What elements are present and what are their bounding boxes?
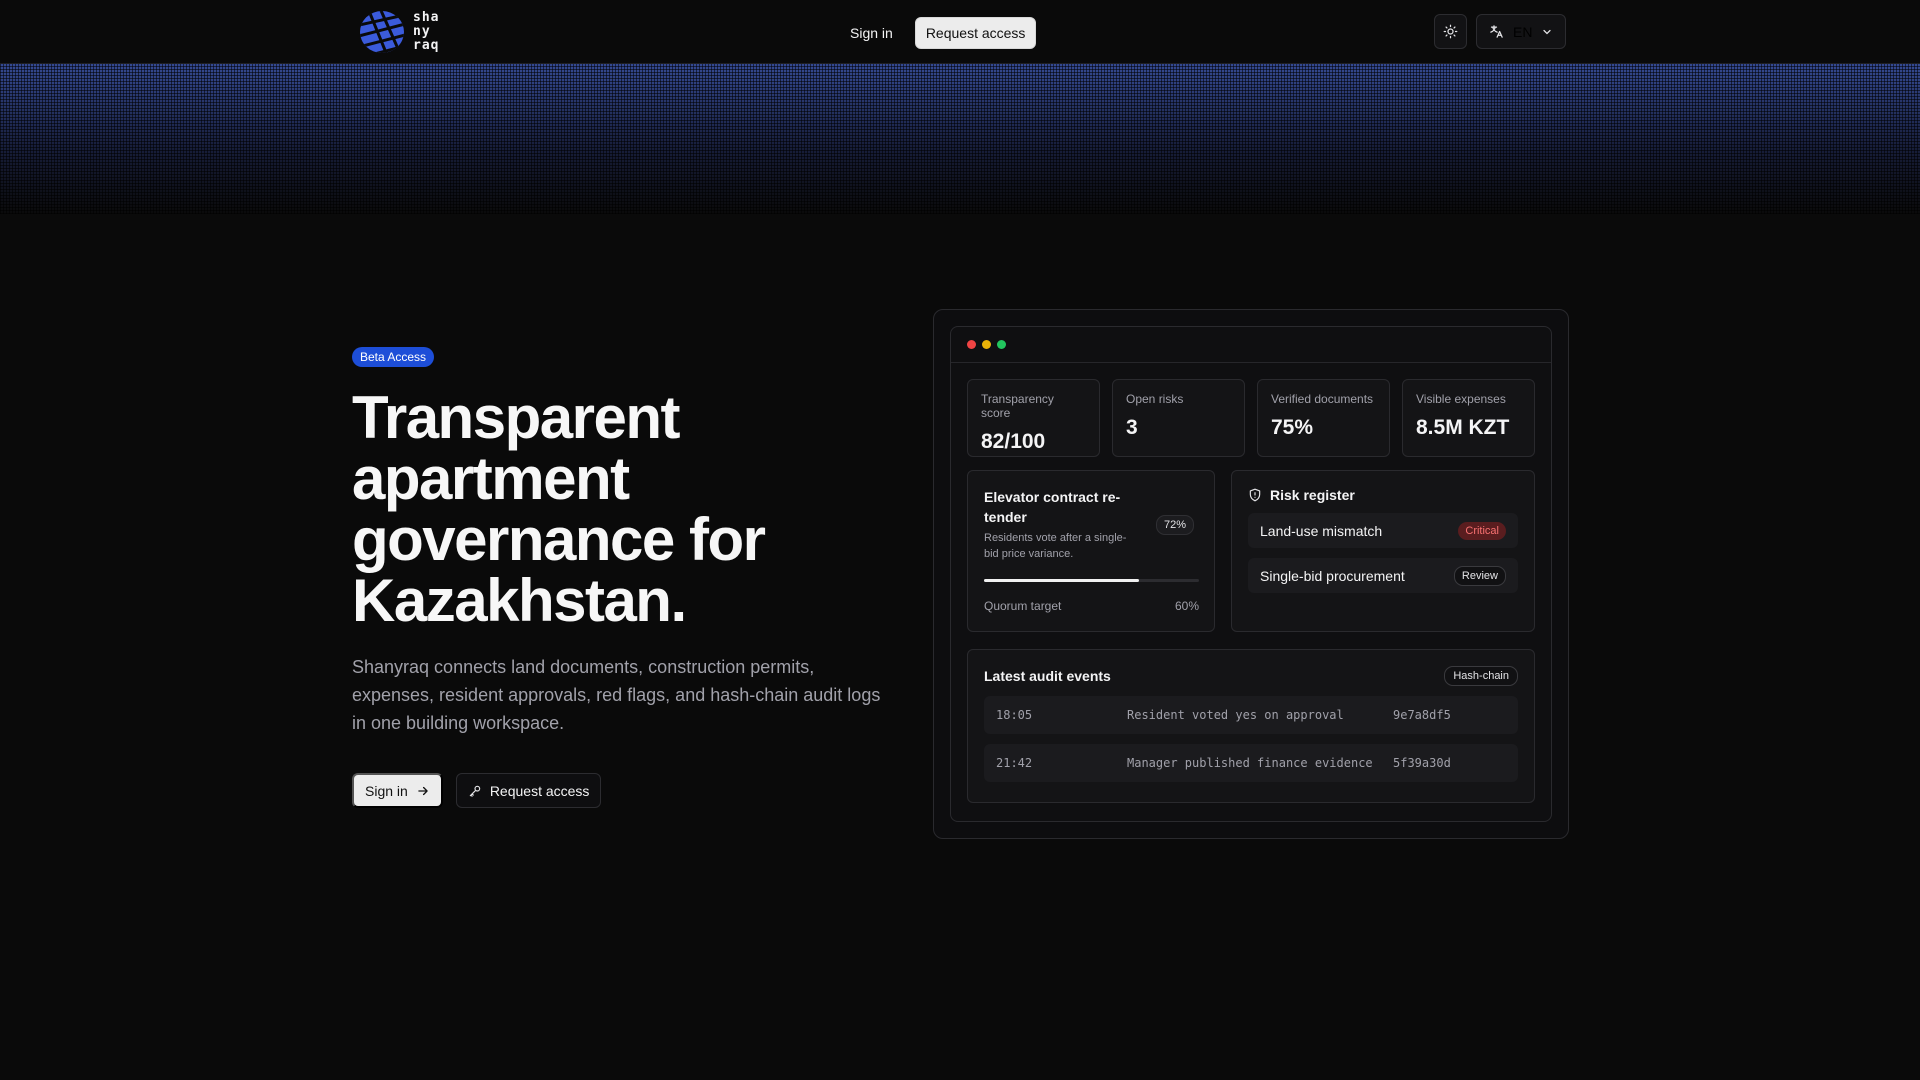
quorum-value: 60% [1174,599,1199,613]
top-header: sha ny raq Sign in Request access EN [0,0,1920,64]
vote-percent-badge: 72% [1156,515,1195,535]
stat-label: Verified documents [1271,392,1374,406]
beta-badge: Beta Access [352,347,435,367]
risk-status-badge: Review [1453,565,1506,586]
hero-cta-group: Sign in Request access [352,773,912,808]
hero-title-line-4: Kazakhstan. [352,567,687,634]
header-request-access-button[interactable]: Request access [914,17,1037,49]
vote-progress-fill [984,579,1139,582]
hero-request-access-button[interactable]: Request access [455,773,602,808]
stats-row: Transparency score 82/100 Open risks 3 V… [967,379,1535,457]
brand-logo[interactable]: sha ny raq [359,10,439,54]
stat-label: Visible expenses [1416,392,1506,406]
audit-time: 18:05 [996,708,1033,722]
vote-title: Elevator contract re-tender [984,489,1121,525]
brand-line-1: sha [413,10,440,25]
audit-row[interactable]: 21:42 Manager published finance evidence… [984,744,1518,782]
hero-sign-in-button[interactable]: Sign in [352,773,443,808]
header-controls: EN [1434,14,1567,49]
hero-sign-in-label: Sign in [365,782,408,799]
audit-event: Manager published finance evidence [1127,756,1373,770]
header-nav: Sign in Request access [840,17,1037,49]
translate-icon [1490,25,1503,38]
risk-register-header: Risk register [1248,487,1518,503]
arrow-right-icon [418,786,428,795]
shanyraq-logo-icon [360,11,404,53]
hero-section: Beta Access Transparent apartment govern… [352,347,912,808]
theme-toggle-button[interactable] [1434,14,1467,49]
risk-item[interactable]: Land-use mismatch Critical [1248,513,1518,548]
brand-wordmark: sha ny raq [413,11,439,53]
stat-value: 3 [1126,416,1138,439]
risk-register-title: Risk register [1270,487,1355,503]
audit-row[interactable]: 18:05 Resident voted yes on approval 9e7… [984,696,1518,734]
audit-title: Latest audit events [984,668,1111,684]
dashboard-window: Transparency score 82/100 Open risks 3 V… [950,326,1552,822]
brand-line-3: raq [413,38,440,53]
risk-item-name: Land-use mismatch [1260,522,1383,539]
stat-card: Visible expenses 8.5M KZT [1402,379,1535,457]
quorum-label: Quorum target [984,599,1062,613]
window-dot-red [967,340,976,349]
hero-request-access-label: Request access [489,782,590,799]
stat-value: 8.5M KZT [1416,416,1510,439]
audit-hash: 9e7a8df5 [1393,708,1451,722]
language-value: EN [1513,23,1533,40]
stat-card: Verified documents 75% [1257,379,1390,457]
window-titlebar [951,327,1551,363]
stat-card: Open risks 3 [1112,379,1245,457]
hero-title-line-3: governance for [352,506,766,573]
audit-header: Latest audit events Hash-chain [984,666,1518,686]
window-dot-yellow [982,340,991,349]
sun-icon [1443,24,1458,39]
header-sign-in-link[interactable]: Sign in [840,18,903,48]
vote-card: Elevator contract re-tender Residents vo… [967,470,1215,632]
quorum-row: Quorum target 60% [984,599,1199,613]
risk-status-badge: Critical [1458,521,1506,540]
hero-title: Transparent apartment governance for Kaz… [352,387,912,631]
stat-value: 75% [1271,416,1314,439]
stat-card: Transparency score 82/100 [967,379,1100,457]
audit-event: Resident voted yes on approval [1127,708,1344,722]
brand-line-2: ny [413,24,431,39]
window-dot-green [997,340,1006,349]
stat-value: 82/100 [981,430,1046,453]
stat-label: Transparency score [981,392,1054,420]
stat-label: Open risks [1126,392,1184,406]
audit-hash: 5f39a30d [1393,756,1451,770]
audit-events-card: Latest audit events Hash-chain 18:05 Res… [967,649,1535,803]
risk-item-name: Single-bid procurement [1260,567,1405,584]
chevron-down-icon [1543,29,1552,34]
key-icon [469,785,481,797]
hero-title-line-2: apartment [352,445,630,512]
audit-time: 21:42 [996,756,1033,770]
dashboard-preview: Transparency score 82/100 Open risks 3 V… [933,309,1569,839]
shield-icon [1249,488,1261,502]
hero-grid-background [0,64,1920,214]
hero-description: Shanyraq connects land documents, constr… [352,657,881,733]
hash-chain-badge: Hash-chain [1444,666,1518,686]
vote-progress-track [984,579,1199,582]
language-select[interactable]: EN [1476,14,1567,49]
vote-subtitle: Residents vote after a single-bid price … [984,532,1127,560]
hero-title-line-1: Transparent [352,384,680,451]
risk-register-card: Risk register Land-use mismatch Critical… [1231,470,1535,632]
risk-item[interactable]: Single-bid procurement Review [1248,558,1518,593]
